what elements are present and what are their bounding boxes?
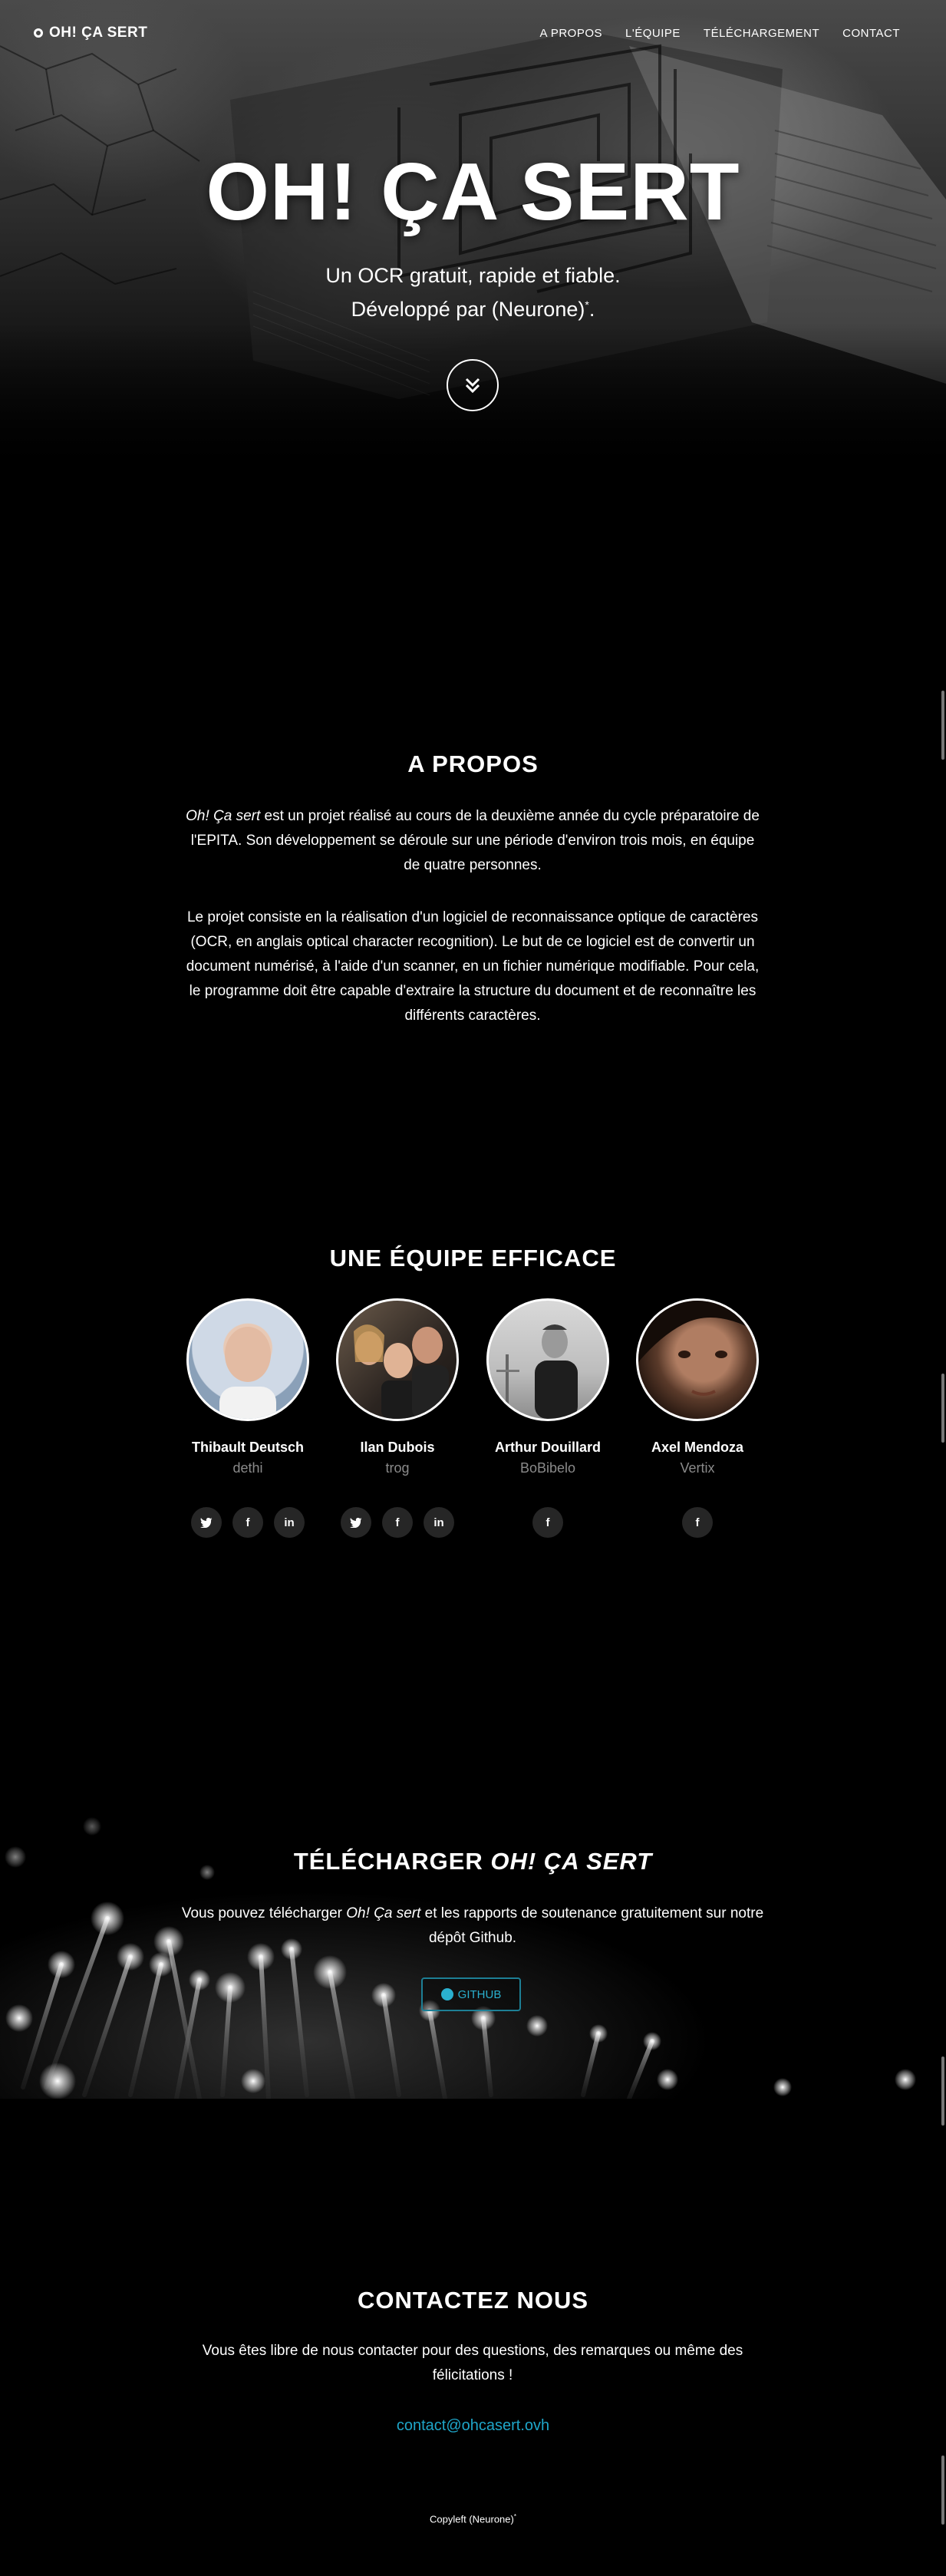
download-text-brand: Oh! Ça sert	[346, 1905, 421, 1921]
member-socials: f	[621, 1507, 774, 1538]
team-member: Axel Mendoza Vertix f	[621, 1298, 774, 1538]
team-member: Arthur Douillard BoBibelo f	[471, 1298, 625, 1538]
nav-link-contact[interactable]: CONTACT	[842, 27, 900, 40]
scroll-down-button[interactable]	[447, 359, 499, 411]
contact-text: Vous êtes libre de nous contacter pour d…	[202, 2343, 743, 2383]
download-text-post: et les rapports de soutenance gratuiteme…	[420, 1905, 764, 1946]
linkedin-icon[interactable]: in	[424, 1507, 454, 1538]
scrollbar-thumb[interactable]	[941, 2057, 944, 2126]
contact-email-link[interactable]: contact@ohcasert.ovh	[0, 2417, 946, 2435]
about-paragraph-2: Le projet consiste en la réalisation d'u…	[186, 909, 760, 1024]
contact-title: CONTACTEZ NOUS	[357, 2287, 589, 2314]
nav-links: A PROPOS L'ÉQUIPE TÉLÉCHARGEMENT CONTACT	[540, 27, 901, 40]
member-name: Axel Mendoza	[651, 1440, 744, 1455]
hero-subtitle: Un OCR gratuit, rapide et fiable. Dévelo…	[0, 261, 946, 324]
footer-asterisk: *	[513, 2513, 516, 2520]
member-socials: f	[471, 1507, 625, 1538]
download-title-brand: OH! ÇA SERT	[490, 1848, 653, 1875]
member-socials: f in	[171, 1507, 325, 1538]
nav-link-telechargement[interactable]: TÉLÉCHARGEMENT	[704, 27, 819, 40]
download-title: TÉLÉCHARGER OH! ÇA SERT	[0, 1848, 946, 1875]
scrollbar-thumb[interactable]	[941, 1374, 944, 1443]
facebook-icon[interactable]: f	[232, 1507, 263, 1538]
avatar	[486, 1298, 609, 1421]
brand-logo[interactable]: OH! ÇA SERT	[34, 25, 147, 41]
member-name: Thibault Deutsch	[191, 1440, 304, 1455]
footer: Copyleft (Neurone)*	[0, 2513, 946, 2525]
hero-credit-asterisk: *	[585, 298, 589, 311]
github-button-label: GITHUB	[457, 1987, 502, 2001]
facebook-icon[interactable]: f	[532, 1507, 563, 1538]
member-nickname: BoBibelo	[519, 1460, 576, 1476]
member-nickname: trog	[385, 1460, 410, 1476]
member-name: Ilan Dubois	[360, 1440, 435, 1455]
facebook-icon[interactable]: f	[382, 1507, 413, 1538]
member-nickname: dethi	[232, 1460, 263, 1476]
about-paragraph-1: Oh! Ça sert est un projet réalisé au cou…	[181, 804, 764, 878]
scrollbar-thumb[interactable]	[941, 2456, 944, 2525]
member-name: Arthur Douillard	[495, 1440, 601, 1455]
brand-name: OH! ÇA SERT	[49, 25, 148, 41]
facebook-icon[interactable]: f	[682, 1507, 713, 1538]
about-project-name: Oh! Ça sert	[186, 808, 261, 824]
team-member: Thibault Deutsch dethi f in	[171, 1298, 325, 1538]
avatar	[336, 1298, 459, 1421]
hero-tagline: Un OCR gratuit, rapide et fiable.	[325, 264, 621, 287]
member-nickname: Vertix	[680, 1460, 715, 1476]
download-text-pre: Vous pouvez télécharger	[181, 1905, 347, 1921]
hero-credit-text: Développé par (Neurone)	[351, 298, 585, 321]
download-text: Vous pouvez télécharger Oh! Ça sert et l…	[181, 1901, 764, 1951]
twitter-icon[interactable]	[341, 1507, 371, 1538]
linkedin-icon[interactable]: in	[274, 1507, 305, 1538]
about-paragraph-1-text: est un projet réalisé au cours de la deu…	[190, 808, 760, 873]
nav-link-a-propos[interactable]: A PROPOS	[540, 27, 603, 40]
github-icon	[440, 1988, 453, 2000]
brand-circle-icon	[34, 28, 43, 38]
hero-title: OH! ÇA SERT	[206, 147, 740, 237]
about-title: A PROPOS	[407, 750, 539, 777]
avatar	[186, 1298, 309, 1421]
footer-text: Copyleft (Neurone)	[430, 2513, 514, 2525]
scrollbar-thumb[interactable]	[941, 691, 944, 760]
github-button[interactable]: GITHUB	[421, 1977, 521, 2011]
hero-credit: Développé par (Neurone)*.	[351, 298, 595, 321]
avatar	[636, 1298, 759, 1421]
twitter-icon[interactable]	[191, 1507, 222, 1538]
download-title-text: TÉLÉCHARGER	[293, 1848, 491, 1875]
team-member: Ilan Dubois trog f in	[321, 1298, 474, 1538]
top-navbar: OH! ÇA SERT A PROPOS L'ÉQUIPE TÉLÉCHARGE…	[0, 0, 946, 68]
member-socials: f in	[321, 1507, 474, 1538]
double-chevron-down-icon	[465, 378, 480, 394]
team-title: UNE ÉQUIPE EFFICACE	[329, 1245, 617, 1272]
nav-link-equipe[interactable]: L'ÉQUIPE	[625, 27, 681, 40]
